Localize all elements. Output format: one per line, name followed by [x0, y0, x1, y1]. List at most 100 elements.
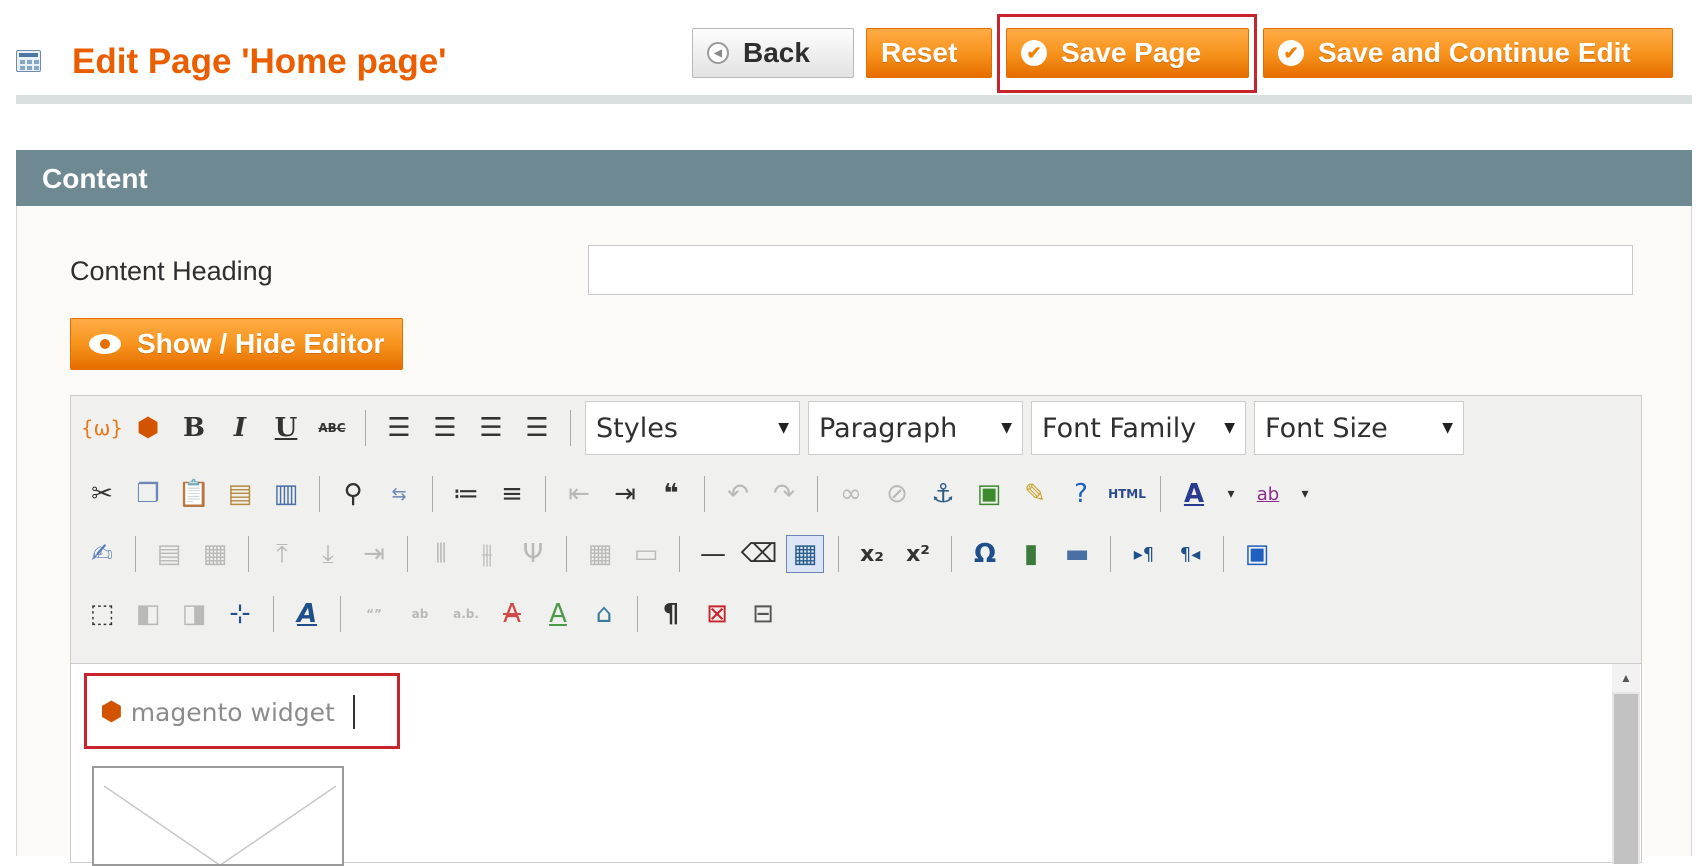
cite-icon[interactable]: “”	[355, 595, 393, 633]
back-button-label: Back	[743, 37, 810, 68]
save-page-button[interactable]: ✔ Save Page	[1006, 28, 1249, 78]
attributes-icon[interactable]: ⌂	[585, 595, 623, 633]
insert-row-after-icon[interactable]: ⤓	[309, 535, 347, 573]
insert-widget-icon[interactable]: ⬢	[129, 409, 167, 447]
image-placeholder[interactable]	[92, 766, 344, 866]
show-hide-editor-label: Show / Hide Editor	[137, 328, 385, 359]
styles-select[interactable]: Styles ▼	[585, 401, 800, 455]
insert-variable-icon[interactable]: {ω}	[81, 409, 123, 447]
insert-col-before-icon[interactable]: ⫴	[422, 535, 460, 573]
edit-document-icon[interactable]: ✍	[83, 535, 121, 573]
insert-layer-icon[interactable]: ⬚	[83, 595, 121, 633]
remove-format-icon[interactable]: ⌫	[740, 535, 778, 573]
format-select[interactable]: Paragraph ▼	[808, 401, 1023, 455]
fullscreen-icon[interactable]: ▣	[1238, 535, 1276, 573]
format-select-value: Paragraph	[819, 412, 958, 444]
widget-icon: ⬢	[100, 697, 123, 727]
font-family-select[interactable]: Font Family ▼	[1031, 401, 1246, 455]
visual-chars-icon[interactable]: ¶	[652, 595, 690, 633]
copy-icon[interactable]: ❐	[129, 475, 167, 513]
header-divider	[16, 95, 1692, 104]
save-page-label: Save Page	[1061, 37, 1202, 68]
superscript-icon[interactable]: x²	[899, 535, 937, 573]
align-left-icon[interactable]: ☰	[380, 409, 418, 447]
separator	[319, 476, 320, 512]
cleanup-icon[interactable]: ✎	[1016, 475, 1054, 513]
pagebreak-icon[interactable]: ⊟	[744, 595, 782, 633]
insert-media-icon[interactable]: ▮	[1012, 535, 1050, 573]
table-row-props-icon[interactable]: ▤	[150, 535, 188, 573]
paste-icon[interactable]: 📋	[175, 475, 213, 513]
save-continue-button[interactable]: ✔ Save and Continue Edit	[1263, 28, 1673, 78]
align-center-icon[interactable]: ☰	[426, 409, 464, 447]
paste-text-icon[interactable]: ▤	[221, 475, 259, 513]
highlight-color-icon[interactable]: ab	[1249, 475, 1287, 513]
separator	[407, 536, 408, 572]
content-heading-input[interactable]	[588, 245, 1633, 295]
insert-image-icon[interactable]: ▣	[970, 475, 1008, 513]
delete-row-icon[interactable]: ⇥	[355, 535, 393, 573]
deletion-icon[interactable]: A	[493, 595, 531, 633]
underline-icon[interactable]: U	[267, 409, 305, 447]
separator	[273, 596, 274, 632]
find-icon[interactable]: ⚲	[334, 475, 372, 513]
abbreviation-icon[interactable]: ab	[401, 595, 439, 633]
chevron-down-icon[interactable]: ▾	[1295, 475, 1315, 513]
chevron-down-icon[interactable]: ▾	[1221, 475, 1241, 513]
link-icon[interactable]: ∞	[832, 475, 870, 513]
nonbreaking-icon[interactable]: ⊠	[698, 595, 736, 633]
reset-button[interactable]: Reset	[866, 28, 992, 78]
insert-row-before-icon[interactable]: ⤒	[263, 535, 301, 573]
align-right-icon[interactable]: ☰	[472, 409, 510, 447]
html-source-icon[interactable]: HTML	[1108, 475, 1146, 513]
table-cell-props-icon[interactable]: ▦	[196, 535, 234, 573]
blockquote-icon[interactable]: ❝	[652, 475, 690, 513]
help-icon[interactable]: ?	[1062, 475, 1100, 513]
undo-icon[interactable]: ↶	[719, 475, 757, 513]
replace-icon[interactable]: ⇆	[380, 475, 418, 513]
magento-widget-token[interactable]: ⬢ magento widget	[100, 695, 355, 729]
move-backward-icon[interactable]: ◨	[175, 595, 213, 633]
redo-icon[interactable]: ↷	[765, 475, 803, 513]
indent-icon[interactable]: ⇥	[606, 475, 644, 513]
separator	[704, 476, 705, 512]
italic-icon[interactable]: I	[221, 409, 259, 447]
separator	[1223, 536, 1224, 572]
insert-col-after-icon[interactable]: ⫵	[468, 535, 506, 573]
back-button[interactable]: ◀ Back	[692, 28, 854, 78]
widget-label: magento widget	[130, 697, 335, 727]
cut-icon[interactable]: ✂	[83, 475, 121, 513]
split-cells-icon[interactable]: ▦	[581, 535, 619, 573]
show-hide-editor-button[interactable]: Show / Hide Editor	[70, 318, 404, 370]
unlink-icon[interactable]: ⊘	[878, 475, 916, 513]
strikethrough-icon[interactable]: ABC	[313, 409, 351, 447]
ltr-icon[interactable]: ▸¶	[1125, 535, 1163, 573]
numbered-list-icon[interactable]: ≡	[493, 475, 531, 513]
outdent-icon[interactable]: ⇤	[560, 475, 598, 513]
paste-word-icon[interactable]: ▥	[267, 475, 305, 513]
horizontal-rule-icon[interactable]: —	[694, 535, 732, 573]
bullet-list-icon[interactable]: ≔	[447, 475, 485, 513]
move-forward-icon[interactable]: ◧	[129, 595, 167, 633]
scroll-thumb[interactable]	[1614, 694, 1638, 864]
bold-icon[interactable]: B	[175, 409, 213, 447]
delete-col-icon[interactable]: Ψ	[514, 535, 552, 573]
font-color-icon[interactable]: A	[1175, 475, 1213, 513]
insertion-icon[interactable]: A	[539, 595, 577, 633]
absolute-position-icon[interactable]: ⊹	[221, 595, 259, 633]
styleprops-icon[interactable]: A	[288, 595, 326, 633]
font-size-select-value: Font Size	[1265, 412, 1388, 444]
font-size-select[interactable]: Font Size ▼	[1254, 401, 1464, 455]
anchor-icon[interactable]: ⚓	[924, 475, 962, 513]
align-justify-icon[interactable]: ☰	[518, 409, 556, 447]
subscript-icon[interactable]: x₂	[853, 535, 891, 573]
table-icon[interactable]: ▦	[786, 535, 824, 573]
special-char-icon[interactable]: Ω	[966, 535, 1004, 573]
editor-scrollbar[interactable]: ▲	[1612, 664, 1640, 864]
merge-cells-icon[interactable]: ▭	[627, 535, 665, 573]
back-arrow-icon: ◀	[707, 42, 729, 64]
nonbreaking-space-icon[interactable]: ▬	[1058, 535, 1096, 573]
scroll-up-icon[interactable]: ▲	[1612, 664, 1640, 692]
acronym-icon[interactable]: a.b.	[447, 595, 485, 633]
rtl-icon[interactable]: ¶◂	[1171, 535, 1209, 573]
